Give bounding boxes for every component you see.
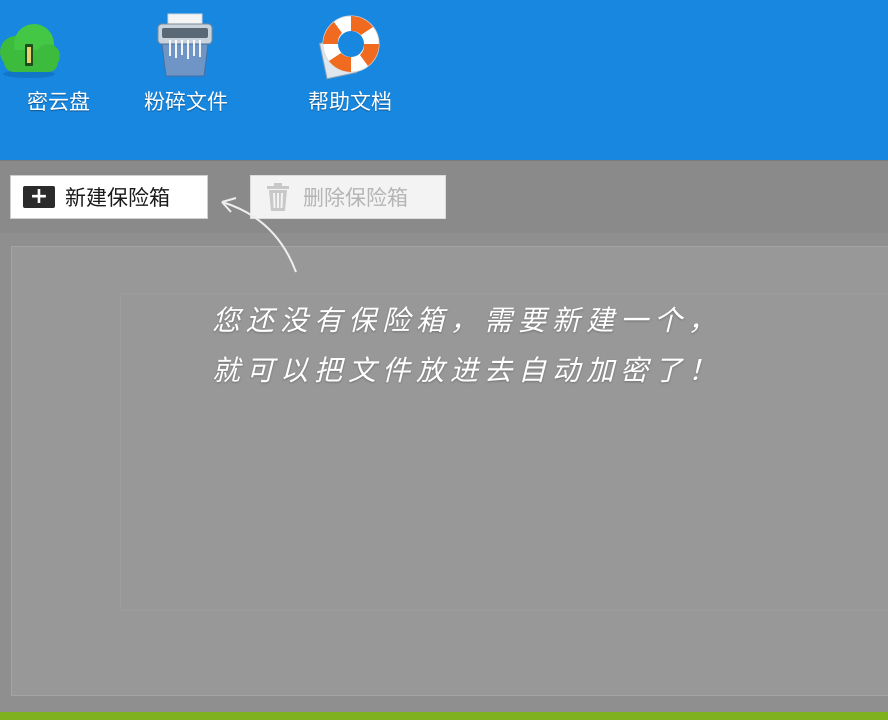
empty-state-hint: 您还没有保险箱，需要新建一个， 就可以把文件放进去自动加密了！ [212,296,872,396]
cloud-lock-icon [0,24,60,78]
action-bar: + 新建保险箱 删除保险箱 [0,160,888,233]
toolbar-shred-files[interactable]: 粉碎文件 [130,0,242,160]
plus-icon: + [23,186,55,208]
hint-line-1: 您还没有保险箱，需要新建一个， [212,304,723,337]
new-vault-button[interactable]: + 新建保险箱 [10,175,208,219]
toolbar-cloud-disk-label: 密云盘 [27,90,90,114]
delete-vault-label: 删除保险箱 [303,186,408,210]
bottom-status-strip [0,712,888,720]
toolbar-cloud-disk[interactable]: 密云盘 [0,0,90,160]
lifebuoy-icon [318,15,380,80]
toolbar-help-docs-label: 帮助文档 [308,90,392,114]
new-vault-label: 新建保险箱 [65,186,170,210]
hint-line-2: 就可以把文件放进去自动加密了！ [212,354,723,387]
toolbar-shred-files-label: 粉碎文件 [144,90,228,114]
shredder-icon [157,13,213,77]
top-toolbar: 密云盘 粉碎文件 帮助文档 [0,0,888,160]
curved-arrow-icon [221,197,297,273]
toolbar-help-docs[interactable]: 帮助文档 [294,0,406,160]
